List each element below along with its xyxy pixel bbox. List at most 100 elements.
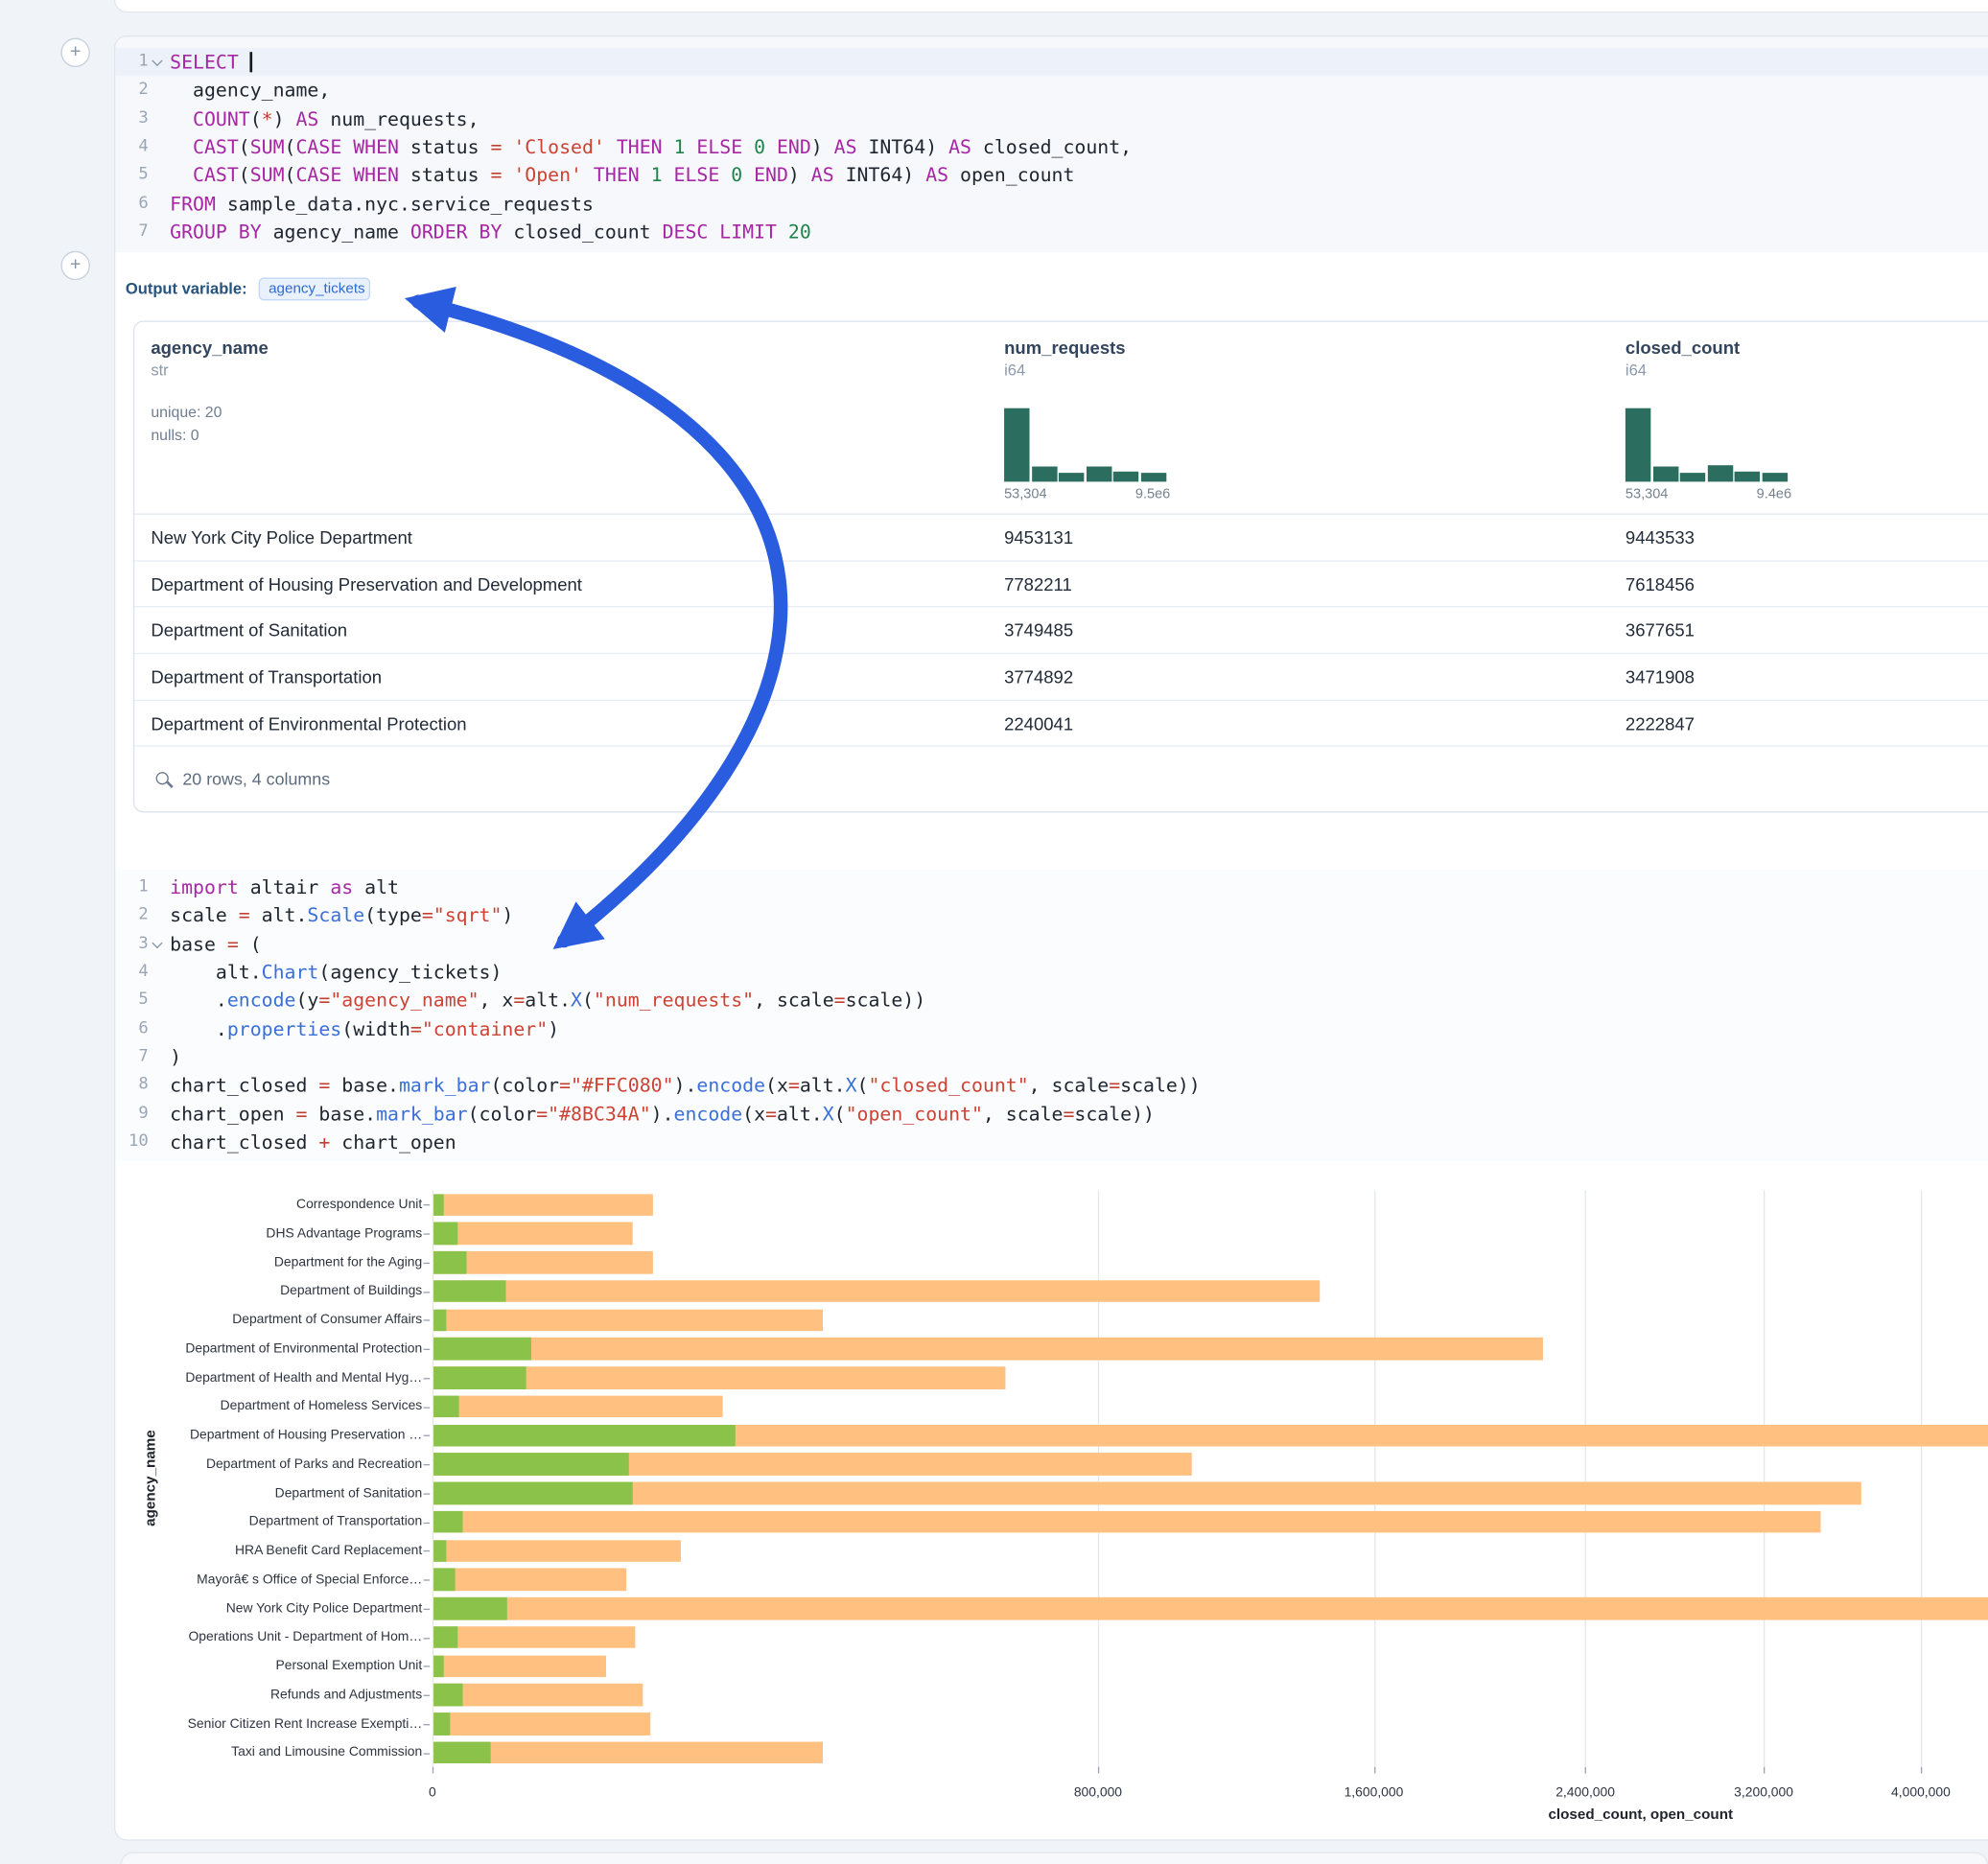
- table-row[interactable]: Department of Transportation377489234719…: [134, 654, 1988, 701]
- bar-open-count: [433, 1597, 506, 1619]
- histogram-bar: [1059, 473, 1084, 481]
- bar-closed-count: [433, 1223, 633, 1245]
- table-row[interactable]: Department of Housing Preservation and D…: [134, 561, 1988, 608]
- bar-closed-count: [433, 1713, 650, 1735]
- gridline: [1098, 1190, 1099, 1767]
- bar-closed-count: [433, 1597, 1988, 1619]
- code-line[interactable]: 1import altair as alt: [115, 874, 1988, 902]
- code-line[interactable]: 10chart_closed + chart_open: [115, 1129, 1988, 1157]
- code-line[interactable]: 3 COUNT(*) AS num_requests,: [115, 105, 1988, 133]
- bar-closed-count: [433, 1482, 1860, 1504]
- y-tickmark: [424, 1292, 431, 1293]
- x-tick-label: 1,600,000: [1345, 1784, 1404, 1800]
- histogram-range: 53,304 9.5e6: [1004, 487, 1170, 502]
- table-cell: Department of Transportation: [151, 654, 382, 701]
- code-line[interactable]: 6 .properties(width="container"): [115, 1015, 1988, 1044]
- code-line[interactable]: 6FROM sample_data.nyc.service_requests: [115, 190, 1988, 219]
- y-tickmark: [424, 1724, 431, 1725]
- table-footer: 20 rows, 4 columns: [134, 747, 1988, 810]
- bar-open-count: [433, 1366, 526, 1388]
- code-text: scale = alt.Scale(type="sqrt"): [170, 901, 1988, 930]
- table-row[interactable]: Department of Environmental Protection22…: [134, 701, 1988, 748]
- gutter: [149, 1043, 170, 1072]
- table-summary: 20 rows, 4 columns: [182, 769, 330, 788]
- code-text: chart_open = base.mark_bar(color="#8BC34…: [170, 1100, 1988, 1129]
- table-row[interactable]: Department of Sanitation37494853677651: [134, 608, 1988, 655]
- gutter: [149, 105, 170, 133]
- table-cell: 7782211: [1004, 561, 1072, 608]
- column-header-closed-count[interactable]: closed_count i64: [1625, 338, 1740, 380]
- code-text: CAST(SUM(CASE WHEN status = 'Open' THEN …: [170, 161, 1988, 190]
- collapse-chevron-icon[interactable]: [152, 56, 162, 66]
- y-tickmark: [424, 1349, 431, 1350]
- code-line[interactable]: 8chart_closed = base.mark_bar(color="#FF…: [115, 1072, 1988, 1101]
- gutter: [149, 218, 170, 246]
- python-editor[interactable]: 1import altair as alt2scale = alt.Scale(…: [115, 870, 1988, 1161]
- code-line[interactable]: 7): [115, 1043, 1988, 1072]
- table-header: agency_name str unique: 20 nulls: 0 num_…: [134, 322, 1988, 515]
- x-tick-label: 4,000,000: [1891, 1784, 1951, 1800]
- gutter: [149, 987, 170, 1015]
- code-line[interactable]: 2scale = alt.Scale(type="sqrt"): [115, 901, 1988, 930]
- bar-closed-count: [433, 1280, 1321, 1302]
- chart-plot-area: [433, 1190, 1988, 1767]
- code-line[interactable]: 5 CAST(SUM(CASE WHEN status = 'Open' THE…: [115, 161, 1988, 190]
- code-line[interactable]: 3base = (: [115, 930, 1988, 959]
- gutter: [149, 930, 170, 959]
- result-table: agency_name str unique: 20 nulls: 0 num_…: [133, 320, 1988, 812]
- gutter: [149, 901, 170, 930]
- bar-open-count: [433, 1713, 450, 1735]
- x-tick-label: 0: [429, 1784, 436, 1800]
- y-tick-label: Department of Sanitation: [275, 1479, 423, 1507]
- column-header-num-requests[interactable]: num_requests i64: [1004, 338, 1126, 380]
- code-text: .properties(width="container"): [170, 1015, 1988, 1044]
- code-line[interactable]: 4 alt.Chart(agency_tickets): [115, 959, 1988, 988]
- line-number: 4: [115, 959, 148, 988]
- collapse-chevron-icon[interactable]: [152, 938, 162, 948]
- bar-closed-count: [433, 1626, 635, 1648]
- code-line[interactable]: 7GROUP BY agency_name ORDER BY closed_co…: [115, 218, 1988, 246]
- line-number: 3: [115, 930, 148, 959]
- code-line[interactable]: 5 .encode(y="agency_name", x=alt.X("num_…: [115, 987, 1988, 1015]
- line-number: 2: [115, 77, 148, 105]
- table-cell: 9443533: [1625, 515, 1695, 562]
- bar-open-count: [433, 1280, 505, 1302]
- code-line[interactable]: 1SELECT: [115, 48, 1988, 77]
- bar-closed-count: [433, 1741, 822, 1763]
- line-number: 3: [115, 105, 148, 133]
- table-cell: Department of Housing Preservation and D…: [151, 561, 582, 608]
- output-variable-row: Output variable: agency_tickets: [126, 272, 370, 305]
- search-icon[interactable]: [156, 773, 169, 785]
- line-number: 6: [115, 1015, 148, 1044]
- code-line[interactable]: 2 agency_name,: [115, 77, 1988, 105]
- x-tickmark: [1764, 1767, 1765, 1774]
- notebook-cell-group: 1SELECT 2 agency_name,3 COUNT(*) AS num_…: [114, 35, 1988, 1841]
- y-tickmark: [424, 1435, 431, 1436]
- y-tickmark: [424, 1550, 431, 1551]
- bar-open-count: [433, 1511, 462, 1533]
- y-tickmark: [424, 1609, 431, 1610]
- x-axis-title: closed_count, open_count: [1548, 1807, 1733, 1823]
- code-text: COUNT(*) AS num_requests,: [170, 105, 1988, 133]
- column-header-agency-name[interactable]: agency_name str: [151, 338, 268, 380]
- histogram-range: 53,304 9.4e6: [1625, 487, 1791, 502]
- gutter: [149, 48, 170, 77]
- add-cell-button[interactable]: +: [60, 38, 89, 67]
- table-row[interactable]: New York City Police Department945313194…: [134, 515, 1988, 562]
- line-number: 5: [115, 987, 148, 1015]
- code-line[interactable]: 4 CAST(SUM(CASE WHEN status = 'Closed' T…: [115, 133, 1988, 162]
- table-cell: Department of Sanitation: [151, 608, 347, 655]
- code-text: .encode(y="agency_name", x=alt.X("num_re…: [170, 987, 1988, 1015]
- y-tickmark: [424, 1263, 431, 1264]
- output-variable-chip[interactable]: agency_tickets: [258, 278, 369, 301]
- gutter: [149, 1129, 170, 1157]
- y-tickmark: [424, 1638, 431, 1639]
- y-tick-label: Department of Buildings: [280, 1277, 422, 1306]
- sql-editor[interactable]: 1SELECT 2 agency_name,3 COUNT(*) AS num_…: [115, 36, 1988, 252]
- code-line[interactable]: 9chart_open = base.mark_bar(color="#8BC3…: [115, 1100, 1988, 1129]
- histogram-bar: [1086, 467, 1111, 482]
- add-cell-button[interactable]: +: [60, 251, 89, 280]
- code-text: SELECT: [170, 48, 1988, 77]
- gutter: [149, 1072, 170, 1101]
- y-tickmark: [424, 1695, 431, 1696]
